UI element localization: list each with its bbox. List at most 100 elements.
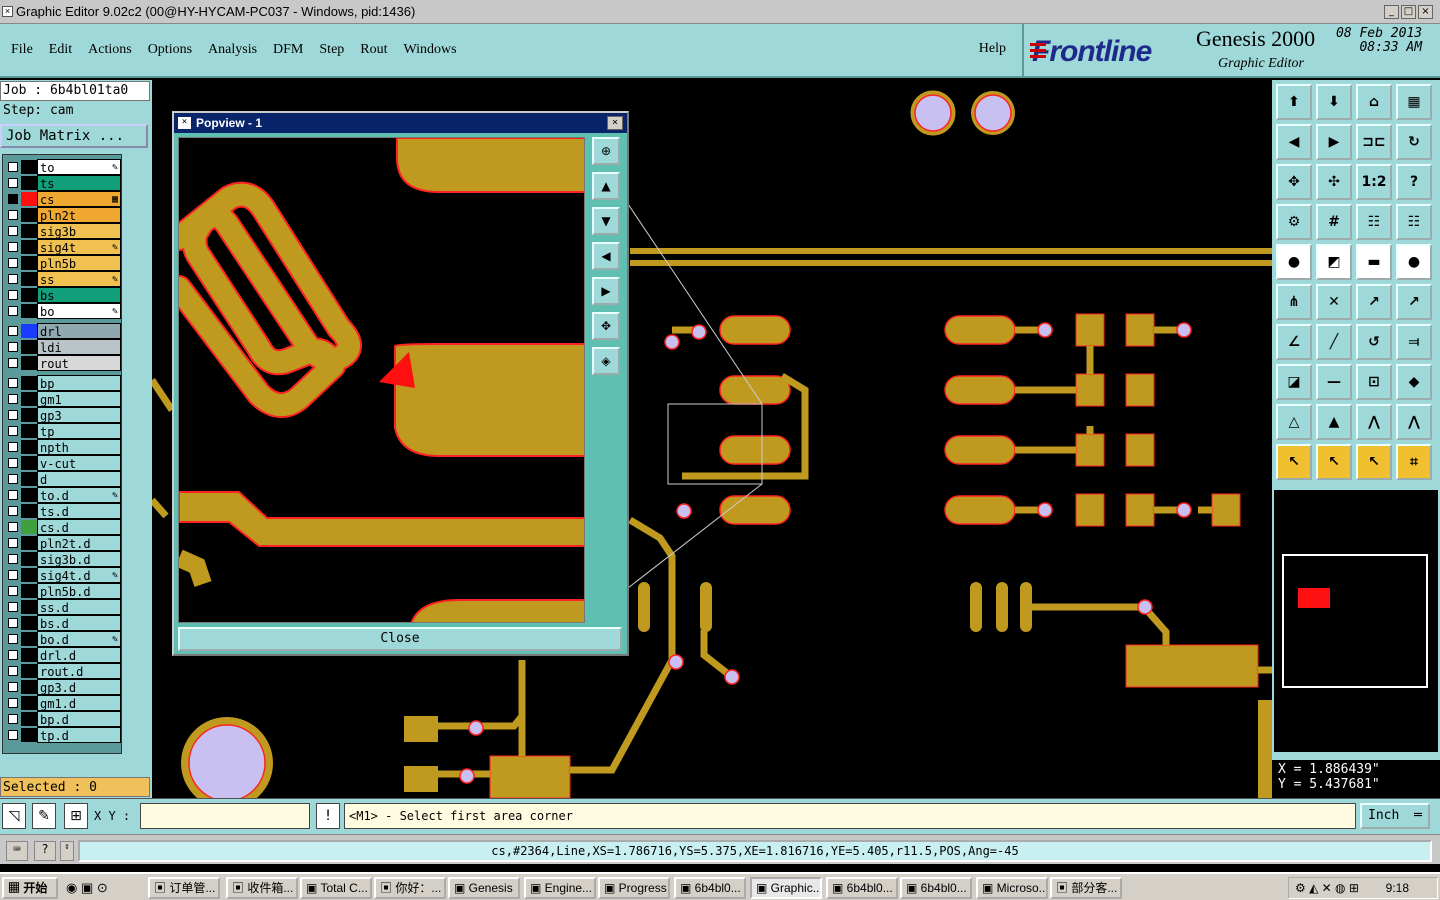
home-icon[interactable]: ⌂ xyxy=(1356,84,1392,120)
layer-row[interactable]: ldi xyxy=(3,339,121,355)
mirror-icon[interactable]: ⊐⊏ xyxy=(1356,124,1392,160)
layer-checkbox[interactable] xyxy=(8,490,18,500)
dot-icon[interactable]: ● xyxy=(1396,244,1432,280)
pad-icon[interactable]: ● xyxy=(1276,244,1312,280)
menu-file[interactable]: File xyxy=(11,42,33,58)
grid-icon[interactable]: ⊞ xyxy=(64,803,88,829)
layer-name[interactable]: pln5b xyxy=(37,255,121,271)
layer-row[interactable]: bo.d ✎ xyxy=(3,631,121,647)
layer-row[interactable]: bo ✎ xyxy=(3,303,121,319)
layer-checkbox[interactable] xyxy=(8,274,18,284)
menu-actions[interactable]: Actions xyxy=(88,42,132,58)
overview-map[interactable] xyxy=(1274,490,1438,752)
scale-1-2-icon[interactable]: 1:2 xyxy=(1356,164,1392,200)
layer-name[interactable]: pln2t.d xyxy=(37,535,121,551)
layer-checkbox[interactable] xyxy=(8,698,18,708)
layer-color-swatch[interactable] xyxy=(21,176,37,190)
layer-row[interactable]: cs ▦ xyxy=(3,191,121,207)
pan-right-icon[interactable]: ▶ xyxy=(1316,124,1352,160)
layer-color-swatch[interactable] xyxy=(21,392,37,406)
layer-color-swatch[interactable] xyxy=(21,568,37,582)
layer-color-swatch[interactable] xyxy=(21,376,37,390)
layer-row[interactable]: v-cut xyxy=(3,455,121,471)
popview-fit-icon[interactable]: ✥ xyxy=(592,312,620,340)
menu-analysis[interactable]: Analysis xyxy=(208,42,257,58)
menu-step[interactable]: Step xyxy=(319,42,344,58)
layer-color-swatch[interactable] xyxy=(21,340,37,354)
layer-checkbox[interactable] xyxy=(8,326,18,336)
layer-row[interactable]: bp xyxy=(3,375,121,391)
menu-options[interactable]: Options xyxy=(148,42,192,58)
close-window-button[interactable]: × xyxy=(1418,5,1433,19)
layer-name[interactable]: drl xyxy=(37,323,121,339)
layer-row[interactable]: rout xyxy=(3,355,121,371)
layer-color-swatch[interactable] xyxy=(21,272,37,286)
layer-row[interactable]: cs.d xyxy=(3,519,121,535)
layer-checkbox[interactable] xyxy=(8,714,18,724)
layer-checkbox[interactable] xyxy=(8,290,18,300)
layer-name[interactable]: d xyxy=(37,471,121,487)
layer-name[interactable]: pln2t xyxy=(37,207,121,223)
layer-row[interactable]: drl.d xyxy=(3,647,121,663)
layer-name[interactable]: pln5b.d xyxy=(37,583,121,599)
select2-icon[interactable]: ↖ xyxy=(1316,444,1352,480)
layer-checkbox[interactable] xyxy=(8,586,18,596)
layer-name[interactable]: sig4t ✎ xyxy=(37,239,121,255)
layer-row[interactable]: sig3b xyxy=(3,223,121,239)
layer-color-swatch[interactable] xyxy=(21,304,37,318)
layer-name[interactable]: bp xyxy=(37,375,121,391)
layer-color-swatch[interactable] xyxy=(21,696,37,710)
layer-color-swatch[interactable] xyxy=(21,600,37,614)
layer-row[interactable]: tp xyxy=(3,423,121,439)
layer-name[interactable]: ts xyxy=(37,175,121,191)
select-icon[interactable]: ↖ xyxy=(1276,444,1312,480)
edit-icon[interactable]: ◩ xyxy=(1316,244,1352,280)
layer-row[interactable]: bs xyxy=(3,287,121,303)
layer-name[interactable]: ldi xyxy=(37,339,121,355)
layer-checkbox[interactable] xyxy=(8,602,18,612)
layer-name[interactable]: to ✎ xyxy=(37,159,121,175)
popview-pan-left-icon[interactable]: ◀ xyxy=(592,242,620,270)
layer-name[interactable]: gm1 xyxy=(37,391,121,407)
layer-row[interactable]: ss.d xyxy=(3,599,121,615)
layer-checkbox[interactable] xyxy=(8,410,18,420)
layer-color-swatch[interactable] xyxy=(21,408,37,422)
delete-icon[interactable]: ✕ xyxy=(1316,284,1352,320)
layer-checkbox[interactable] xyxy=(8,650,18,660)
measure-icon[interactable]: ⊡ xyxy=(1356,364,1392,400)
layer-name[interactable]: bo ✎ xyxy=(37,303,121,319)
minimize-button[interactable]: _ xyxy=(1384,5,1399,19)
layer-color-swatch[interactable] xyxy=(21,288,37,302)
taskbar-item[interactable]: ▣ 6b4bl0... xyxy=(826,877,898,899)
quicklaunch-icons[interactable]: ◉ ▣ ⊙ xyxy=(66,880,108,896)
layer-name[interactable]: gp3 xyxy=(37,407,121,423)
layer-name[interactable]: ts.d xyxy=(37,503,121,519)
add-pad-icon[interactable]: ◪ xyxy=(1276,364,1312,400)
layer-checkbox[interactable] xyxy=(8,306,18,316)
layer-name[interactable]: cs.d xyxy=(37,519,121,535)
query-icon[interactable]: ? xyxy=(1396,164,1432,200)
layer-row[interactable]: pln5b.d xyxy=(3,583,121,599)
layer-color-swatch[interactable] xyxy=(21,552,37,566)
layers-icon[interactable]: ☷ xyxy=(1356,204,1392,240)
layer-checkbox[interactable] xyxy=(8,474,18,484)
layer-name[interactable]: ss ✎ xyxy=(37,271,121,287)
layer-checkbox[interactable] xyxy=(8,522,18,532)
popview-home-icon[interactable]: ◈ xyxy=(592,347,620,375)
layer-name[interactable]: npth xyxy=(37,439,121,455)
help-icon[interactable]: ? xyxy=(34,841,56,861)
taskbar-item[interactable]: ▣ Total C... xyxy=(300,877,372,899)
layer-row[interactable]: pln2t xyxy=(3,207,121,223)
layer-color-swatch[interactable] xyxy=(21,324,37,338)
layer-name[interactable]: gp3.d xyxy=(37,679,121,695)
line-add-icon[interactable]: — xyxy=(1316,364,1352,400)
menu-windows[interactable]: Windows xyxy=(404,42,457,58)
layer-color-swatch[interactable] xyxy=(21,648,37,662)
layer-name[interactable]: bo.d ✎ xyxy=(37,631,121,647)
keyboard-icon[interactable]: ⌨ xyxy=(6,841,28,861)
layer-row[interactable]: to.d ✎ xyxy=(3,487,121,503)
alert-icon[interactable]: ! xyxy=(316,803,340,829)
popview-canvas[interactable] xyxy=(178,137,585,623)
job-matrix-button[interactable]: Job Matrix ... xyxy=(0,124,148,148)
layer-checkbox[interactable] xyxy=(8,162,18,172)
